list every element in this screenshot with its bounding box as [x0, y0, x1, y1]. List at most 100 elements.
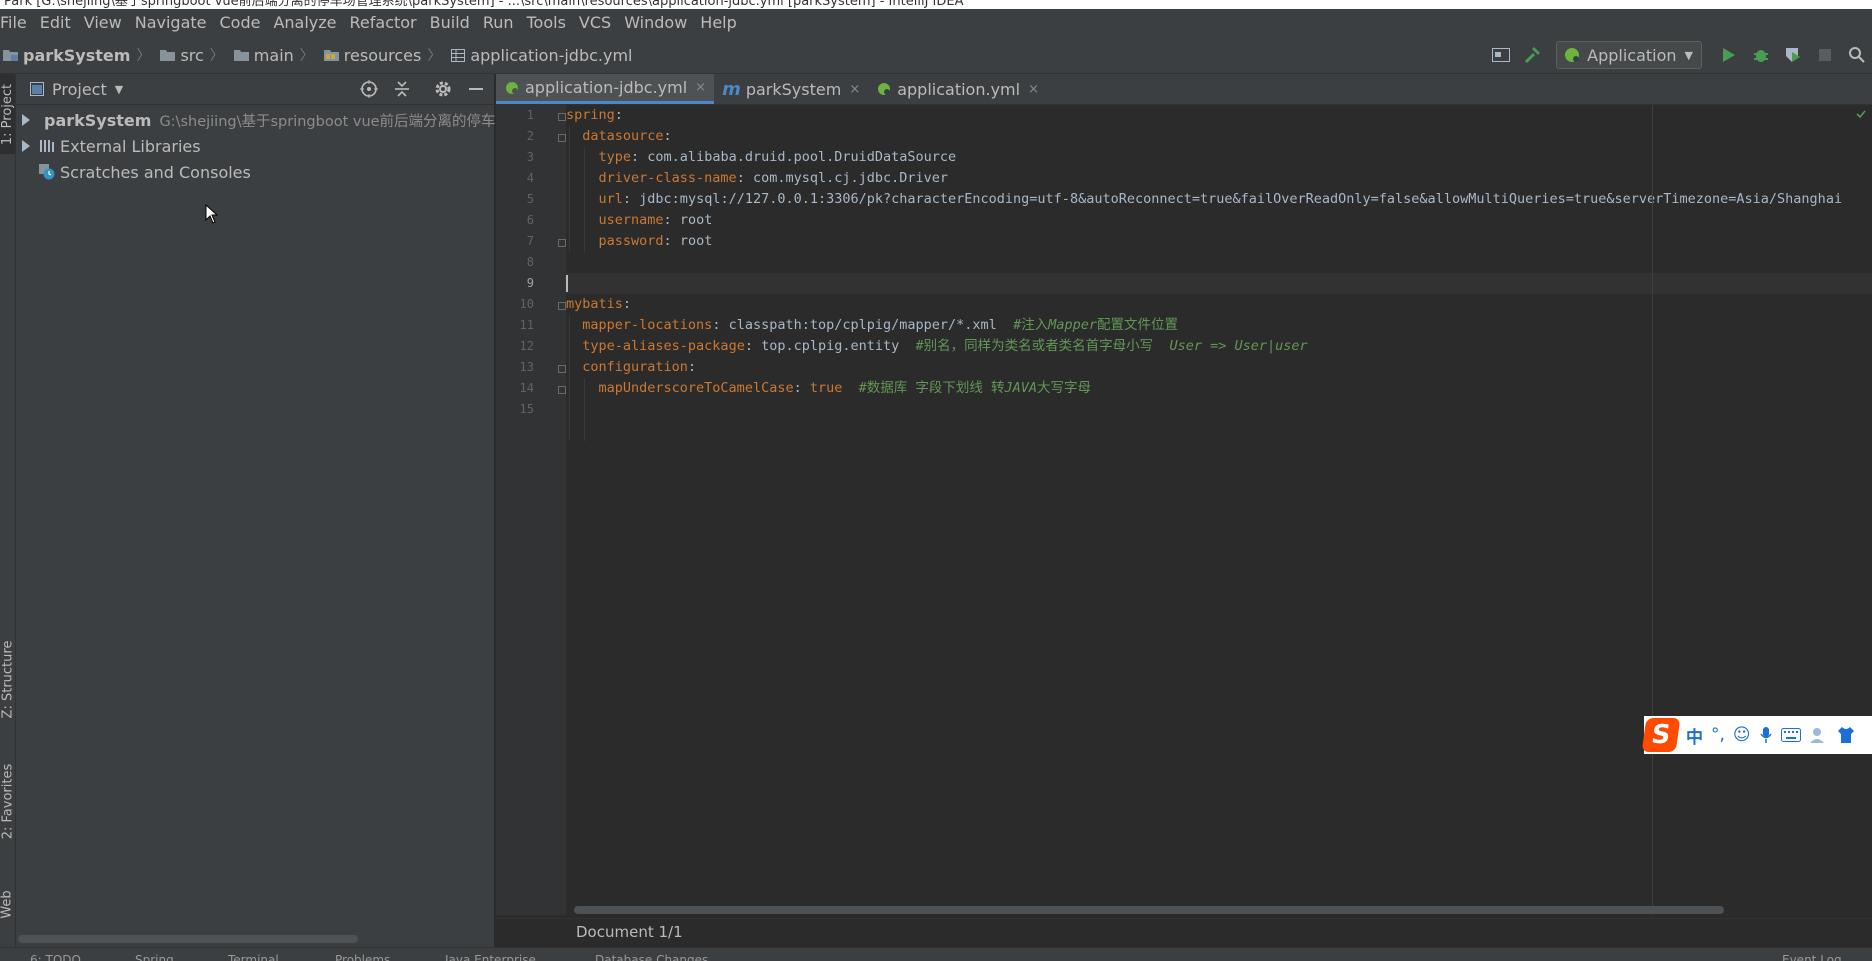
- menu-file[interactable]: File: [0, 9, 34, 37]
- editor-breadcrumb-bar: Document 1/1: [496, 918, 1872, 948]
- line-number: 10: [519, 297, 534, 311]
- indent-guide: [584, 147, 585, 252]
- breadcrumb-label: resources: [343, 45, 422, 65]
- code-line: password: root: [598, 233, 713, 249]
- code-line: url: jdbc:mysql://127.0.0.1:3306/pk?char…: [598, 191, 1843, 207]
- code-area[interactable]: spring: datasource: type: com.alibaba.dr…: [566, 105, 1872, 915]
- ime-punctuation-mode[interactable]: °,: [1711, 725, 1725, 745]
- search-icon[interactable]: [1842, 40, 1872, 70]
- code-line: type-aliases-package: top.cplpig.entity …: [582, 338, 1308, 354]
- ime-language-mode[interactable]: 中: [1686, 723, 1703, 748]
- shirt-icon[interactable]: [1837, 726, 1855, 744]
- stop-icon[interactable]: [1810, 40, 1840, 70]
- line-number: 7: [526, 234, 534, 248]
- tool-tab-project[interactable]: 1: Project: [0, 74, 15, 154]
- line-number: 11: [519, 318, 534, 332]
- menu-refactor[interactable]: Refactor: [344, 9, 424, 37]
- breadcrumb-src[interactable]: src: [157, 46, 204, 65]
- run-icon[interactable]: [1714, 40, 1744, 70]
- gear-icon[interactable]: [434, 80, 452, 102]
- code-line: configuration:: [582, 359, 697, 375]
- close-icon[interactable]: ×: [1028, 82, 1039, 97]
- menu-analyze[interactable]: Analyze: [267, 9, 343, 37]
- tree-item-parksystem[interactable]: parkSystem G:\shejiing\基于springboot vue前…: [16, 107, 659, 133]
- locate-target-icon[interactable]: [360, 80, 378, 102]
- close-icon[interactable]: ×: [849, 82, 860, 97]
- tree-item-external-libraries[interactable]: External Libraries: [16, 133, 494, 159]
- table-file-icon: [451, 48, 466, 62]
- tab-application-yml[interactable]: application.yml ×: [868, 74, 1047, 104]
- chevron-down-icon[interactable]: ▼: [115, 83, 123, 96]
- menu-run[interactable]: Run: [477, 9, 521, 37]
- tree-item-scratches[interactable]: Scratches and Consoles: [16, 159, 494, 185]
- sogou-logo-icon[interactable]: S: [1641, 718, 1681, 752]
- chevron-right-icon: 〉: [427, 48, 442, 64]
- fold-marker-icon[interactable]: [558, 365, 566, 373]
- menu-edit[interactable]: Edit: [34, 9, 78, 37]
- menu-vcs[interactable]: VCS: [573, 9, 618, 37]
- fold-marker-icon[interactable]: [558, 302, 566, 310]
- folder-icon: [233, 50, 249, 61]
- chevron-down-icon: ▼: [1684, 48, 1693, 62]
- tool-tab-label: Z: Structure: [0, 640, 15, 718]
- tab-application-jdbc-yml[interactable]: application-jdbc.yml ×: [496, 74, 715, 104]
- microphone-icon[interactable]: [1759, 726, 1773, 744]
- project-horizontal-scrollbar[interactable]: [18, 935, 358, 943]
- menu-build[interactable]: Build: [424, 9, 477, 37]
- expand-arrow-icon[interactable]: [22, 140, 30, 152]
- expand-arrow-icon[interactable]: [22, 114, 30, 126]
- editor-horizontal-scrollbar[interactable]: [574, 906, 1724, 914]
- debug-bug-icon[interactable]: [1746, 40, 1776, 70]
- tool-tab-structure[interactable]: Z: Structure: [0, 634, 15, 724]
- code-line: type: com.alibaba.druid.pool.DruidDataSo…: [598, 149, 957, 165]
- tab-parksystem[interactable]: m parkSystem ×: [714, 74, 868, 104]
- breadcrumb-resources[interactable]: resources: [321, 45, 422, 65]
- breadcrumb-parksystem[interactable]: parkSystem: [0, 46, 130, 65]
- project-view-icon: [30, 82, 44, 96]
- code-line: username: root: [598, 212, 713, 228]
- project-panel-title[interactable]: Project: [52, 80, 107, 99]
- line-number: 12: [519, 339, 534, 353]
- tool-tab-web[interactable]: Web: [0, 874, 15, 934]
- menu-window[interactable]: Window: [618, 9, 694, 37]
- fold-marker-icon[interactable]: [558, 239, 566, 247]
- tree-item-label: parkSystem: [44, 110, 152, 130]
- breadcrumb-main[interactable]: main: [231, 46, 294, 65]
- folder-icon: [160, 50, 176, 61]
- module-folder-icon: [3, 50, 18, 61]
- window-titlebar: Park [G:\shejiing\基于springboot vue前后端分离的…: [0, 0, 1872, 9]
- indent-guide: [584, 378, 585, 441]
- indent-guide: [569, 315, 570, 441]
- document-status[interactable]: Document 1/1: [576, 923, 683, 941]
- line-number: 3: [526, 150, 534, 164]
- run-configuration-select[interactable]: Application ▼: [1556, 41, 1702, 69]
- emoji-icon[interactable]: ☺: [1733, 725, 1751, 745]
- menu-code[interactable]: Code: [214, 9, 268, 37]
- user-skin-icon[interactable]: [1809, 726, 1829, 744]
- close-icon[interactable]: ×: [695, 80, 706, 95]
- fold-marker-icon[interactable]: [558, 134, 566, 142]
- fold-marker-icon[interactable]: [558, 113, 566, 121]
- menu-navigate[interactable]: Navigate: [129, 9, 214, 37]
- build-hammer-icon[interactable]: [1518, 40, 1548, 70]
- current-code-line: [566, 273, 1872, 294]
- main-toolbar: Application ▼: [1484, 37, 1872, 73]
- menu-tools[interactable]: Tools: [521, 9, 573, 37]
- library-icon: [40, 140, 54, 152]
- tab-label: application-jdbc.yml: [525, 78, 688, 97]
- minimize-icon[interactable]: [468, 80, 484, 102]
- tool-tab-favorites[interactable]: 2: Favorites: [0, 754, 15, 849]
- project-panel: Project ▼ parkSystem G:\shejiing\基于sprin…: [16, 74, 659, 947]
- fold-marker-icon[interactable]: [558, 386, 566, 394]
- breadcrumb-file[interactable]: application-jdbc.yml: [448, 46, 633, 65]
- menu-help[interactable]: Help: [694, 9, 743, 37]
- chevron-right-icon: 〉: [299, 48, 314, 64]
- coverage-icon[interactable]: [1778, 40, 1808, 70]
- no-problems-check-icon: [1856, 110, 1866, 118]
- menu-view[interactable]: View: [78, 9, 129, 37]
- keyboard-icon[interactable]: [1780, 728, 1801, 742]
- collapse-all-icon[interactable]: [394, 80, 410, 102]
- line-number: 13: [519, 360, 534, 374]
- resources-folder-icon: [323, 50, 339, 61]
- console-icon[interactable]: [1486, 40, 1516, 70]
